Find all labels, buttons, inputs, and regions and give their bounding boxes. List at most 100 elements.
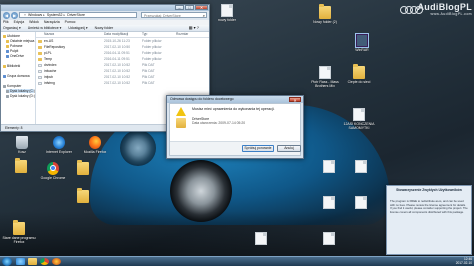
forward-button[interactable]: ▶ [11, 12, 18, 19]
homegroup-icon [3, 74, 6, 78]
library-icon [3, 64, 6, 68]
column-size[interactable]: Rozmiar [176, 32, 188, 37]
desktop-icon-firefox[interactable]: Mozilla Firefox [76, 136, 114, 154]
new-folder-button[interactable]: Nowy folder [95, 25, 113, 31]
desktop-icon-file[interactable] [242, 232, 280, 246]
firefox-icon [89, 136, 101, 149]
table-row[interactable]: Temp 2016-04-11 09:51 Folder plików [36, 57, 209, 62]
desktop-icon-file[interactable] [310, 232, 348, 246]
table-row[interactable]: pl-PL 2016-04-11 09:51 Folder plików [36, 51, 209, 56]
table-row[interactable]: en-US 2015-10-26 11:23 Folder plików [36, 39, 209, 44]
desktop-icon-file[interactable] [310, 196, 348, 210]
desktop-icon-folder[interactable] [64, 160, 102, 176]
nav-item-homegroup[interactable]: Grupa domowa [3, 74, 30, 78]
folder-icon [6, 39, 9, 43]
table-row[interactable]: infcache 2017-02-10 10:52 Plik DAT [36, 69, 209, 74]
maximize-button[interactable]: □ [185, 5, 194, 10]
dialog-message: Musisz mieć uprawnienia do wykonania tej… [192, 107, 275, 111]
desktop-icon-ie[interactable]: Internet Explorer [40, 136, 78, 154]
file-icon [323, 160, 335, 173]
nav-item-favorites[interactable]: Ulubione [3, 34, 20, 38]
star-icon [3, 34, 6, 38]
system-tray[interactable]: 12:46 2017-02-10 [456, 257, 472, 266]
recycle-bin-icon [16, 136, 28, 149]
nav-item-recent[interactable]: Ostatnie miejsca [6, 39, 34, 43]
organize-button[interactable]: Organizuj ▾ [3, 25, 21, 31]
table-row[interactable]: infstrng 2017-02-10 10:52 Plik DAT [36, 81, 209, 86]
firefox-taskbar-icon[interactable] [52, 258, 61, 265]
breadcrumb-item[interactable]: System32 [47, 13, 63, 17]
share-button[interactable]: Udostępnij ▾ [68, 25, 87, 31]
folder-icon [38, 58, 42, 61]
access-denied-dialog: Odmowa dostępu do folderu docelowego ✕ M… [166, 95, 304, 159]
audio-file-icon [319, 66, 331, 79]
folder-icon [15, 158, 27, 173]
include-in-library-button[interactable]: Umieść w bibliotece ▾ [28, 25, 62, 31]
start-button[interactable] [2, 257, 12, 266]
table-row[interactable]: infpub 2017-02-10 10:52 Plik DAT [36, 75, 209, 80]
cancel-button[interactable]: Anuluj [277, 145, 301, 152]
table-row[interactable]: FileRepository 2017-02-10 10:50 Folder pli… [36, 45, 209, 50]
nav-item-desktop[interactable]: Pulpit [6, 49, 18, 53]
desktop-icon-folder[interactable] [2, 158, 40, 174]
folder-icon [38, 40, 42, 43]
address-bar[interactable]: « Windows▸ System32▸ DriverStore [19, 12, 137, 18]
folder-icon [353, 64, 365, 79]
nav-item-onedrive[interactable]: OneDrive [6, 54, 24, 58]
document-icon [353, 108, 365, 121]
breadcrumb-item[interactable]: Windows [28, 13, 42, 17]
drive-icon [6, 89, 9, 93]
minimize-button[interactable]: – [175, 5, 184, 10]
desktop-icon-document[interactable]: 12ASI KOŃCZENIA SAMOMYTKI [340, 108, 378, 130]
nav-item-downloads[interactable]: Pobrane [6, 44, 22, 48]
search-input[interactable] [142, 14, 200, 18]
tray-date: 2017-02-10 [455, 261, 472, 265]
folder-icon [38, 52, 42, 55]
dialog-item-date: Data utworzenia: 2009-07-14 05:20 [192, 121, 246, 125]
ie-taskbar-icon[interactable] [16, 258, 25, 265]
dialog-footer: Spróbuj ponownie Anuluj [170, 141, 301, 155]
desktop-icon-trash[interactable]: Kosz [3, 136, 41, 154]
file-icon [355, 196, 367, 209]
column-date[interactable]: Data modyfikacji [104, 32, 128, 37]
desktop-icon-ciepłe[interactable]: Ciepłe do sieci [340, 64, 378, 84]
desktop-icon-firefox-data[interactable]: Stare dane programu Firefox [0, 220, 38, 244]
column-name[interactable]: Nazwa [44, 32, 54, 37]
desktop-icon-file[interactable] [342, 160, 380, 174]
warning-icon [176, 107, 186, 116]
table-row[interactable]: drvindex 2017-02-10 10:52 Plik DAT [36, 63, 209, 68]
back-button[interactable]: ◀ [3, 12, 10, 19]
chrome-taskbar-icon[interactable] [40, 258, 49, 265]
view-options-icon[interactable]: ▦ ▾ ? [189, 25, 199, 31]
file-icon [38, 76, 42, 79]
dialog-title[interactable]: Odmowa dostępu do folderu docelowego [167, 96, 303, 103]
nav-item-drive-c[interactable]: Dysk lokalny (C:) [6, 89, 35, 93]
dialog-close-button[interactable]: ✕ [289, 97, 301, 103]
nav-item-libraries[interactable]: Biblioteki [3, 64, 20, 68]
file-icon [221, 4, 233, 17]
notice-title: Stowarzyszenie Zwykłych Użytkowników [396, 188, 462, 192]
desktop-icon-mix[interactable]: Piotr Rass - Mass Brothers Mix [306, 66, 344, 88]
nav-item-computer[interactable]: Komputer [3, 84, 21, 88]
explorer-taskbar-icon[interactable] [28, 258, 37, 265]
retry-button[interactable]: Spróbuj ponownie [242, 145, 274, 152]
folder-icon [13, 220, 25, 235]
folder-icon [77, 160, 89, 175]
desktop-icon-nowy-folder-2[interactable]: Nowy folder (2) [306, 4, 344, 24]
desktop-icon-winrar[interactable]: WinRAR [343, 33, 381, 52]
winrar-notice: Stowarzyszenie Zwykłych Użytkowników The… [386, 185, 472, 255]
column-type[interactable]: Typ [142, 32, 147, 37]
rings-logo-icon [400, 6, 423, 14]
folder-icon [38, 46, 42, 49]
desktop-icon [6, 49, 9, 53]
taskbar: 12:46 2017-02-10 [0, 256, 474, 266]
breadcrumb-item[interactable]: DriverStore [67, 13, 85, 17]
close-button[interactable]: ✕ [195, 5, 208, 10]
nav-item-drive-d[interactable]: Dysk lokalny (D:) [6, 94, 35, 98]
file-icon [323, 196, 335, 209]
desktop-icon-folder[interactable] [64, 188, 102, 204]
file-icon [255, 232, 267, 245]
search-icon[interactable]: ⌕ [203, 13, 205, 18]
desktop-icon-nowy-folder[interactable]: nowy folder [208, 4, 246, 22]
file-icon [38, 70, 42, 73]
